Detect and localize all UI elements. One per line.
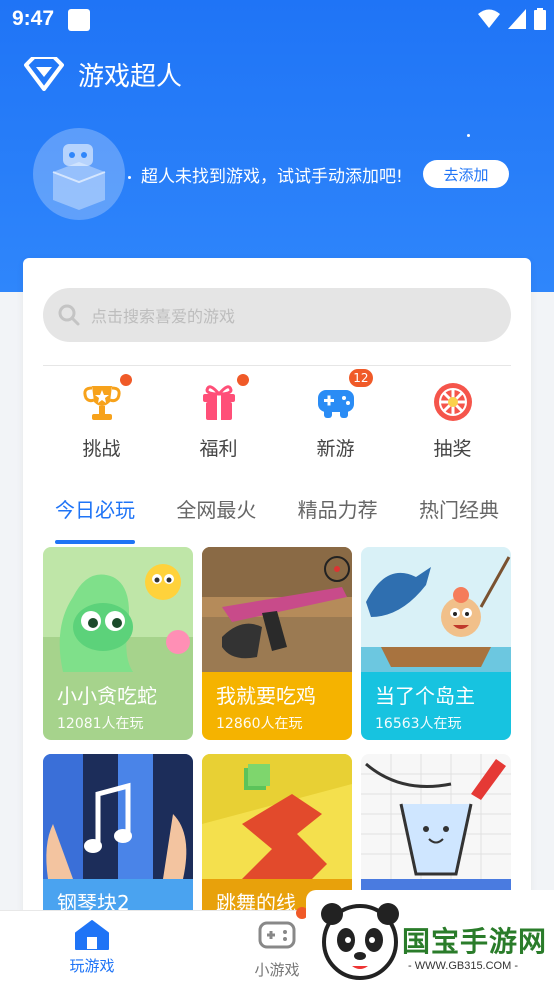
category-tabs: 今日必玩 全网最火 精品力荐 热门经典 — [43, 494, 511, 544]
wifi-icon — [478, 9, 500, 28]
panda-logo-icon — [321, 903, 399, 980]
tab-today-must-play[interactable]: 今日必玩 — [55, 494, 135, 544]
add-game-button[interactable]: 去添加 — [423, 160, 509, 188]
watermark: 国宝手游网 - WWW.GB315.COM - — [306, 890, 554, 985]
notification-dot — [236, 374, 249, 386]
app-title: 游戏超人 — [78, 61, 183, 92]
game-name: 当了个岛主 — [375, 684, 475, 708]
status-time: 9:47 — [12, 7, 55, 30]
game-info: 我就要吃鸡 12860人在玩 — [202, 672, 352, 740]
app-header: 游戏超人 — [24, 54, 182, 94]
trophy-icon — [82, 386, 121, 420]
quick-action-challenge[interactable]: 挑战 — [43, 374, 160, 464]
game-card[interactable]: 当了个岛主 16563人在玩 — [361, 547, 511, 740]
empty-message: 超人未找到游戏，试试手动添加吧! — [141, 167, 403, 187]
game-card[interactable]: 钢琴块2 — [43, 754, 193, 918]
quick-actions: 挑战 福利 12 新游 抽奖 — [43, 368, 511, 464]
gamepad-icon — [258, 921, 296, 949]
lottery-wheel-icon — [433, 383, 472, 421]
nav-label: 小游戏 — [254, 961, 300, 979]
empty-state-banner: 超人未找到游戏，试试手动添加吧! 去添加 — [33, 128, 513, 222]
game-players: 16563人在玩 — [375, 716, 462, 732]
quick-action-lottery[interactable]: 抽奖 — [394, 380, 511, 464]
game-card[interactable]: 我就要吃鸡 12860人在玩 — [202, 547, 352, 740]
gamepad-icon — [317, 390, 354, 418]
empty-box-illustration — [33, 128, 125, 220]
tab-hottest[interactable]: 全网最火 — [176, 494, 256, 534]
game-name: 小小贪吃蛇 — [57, 684, 157, 708]
search-placeholder: 点击搜索喜爱的游戏 — [91, 307, 236, 326]
game-cover-image — [43, 547, 193, 672]
gift-icon — [202, 385, 235, 420]
game-info: 当了个岛主 16563人在玩 — [361, 672, 511, 740]
game-cover-image — [43, 754, 193, 879]
watermark-brand: 国宝手游网 — [402, 925, 548, 958]
nav-play-games[interactable]: 玩游戏 — [42, 919, 142, 976]
status-bar: 9:47 — [0, 0, 554, 40]
game-cover-image — [202, 547, 352, 672]
quick-action-new-games[interactable]: 12 新游 — [277, 368, 394, 464]
search-input[interactable]: 点击搜索喜爱的游戏 — [43, 288, 511, 342]
signal-icon — [508, 9, 526, 29]
game-info: 小小贪吃蛇 12081人在玩 — [43, 672, 193, 740]
watermark-url: - WWW.GB315.COM - — [408, 960, 518, 972]
app-logo-icon — [24, 57, 64, 91]
count-badge: 12 — [348, 368, 374, 388]
quick-action-label: 福利 — [199, 438, 238, 460]
home-icon — [75, 920, 109, 950]
divider — [43, 365, 511, 366]
game-card[interactable]: 小小贪吃蛇 12081人在玩 — [43, 547, 193, 740]
tab-classic[interactable]: 热门经典 — [419, 494, 499, 534]
nav-label: 玩游戏 — [69, 957, 115, 975]
main-card: 点击搜索喜爱的游戏 挑战 福利 12 新游 抽奖 今日必玩 全网最火 精品力荐 … — [23, 258, 531, 918]
game-players: 12081人在玩 — [57, 716, 144, 732]
game-cover-image — [361, 547, 511, 672]
notification-dot — [119, 374, 132, 386]
game-grid: 小小贪吃蛇 12081人在玩 我就要吃鸡 12860人在玩 当了个岛主 1656… — [43, 547, 511, 918]
search-icon — [58, 304, 80, 326]
game-cover-image — [202, 754, 352, 879]
game-players: 12860人在玩 — [216, 716, 303, 732]
quick-action-label: 抽奖 — [433, 438, 472, 460]
quick-action-label: 挑战 — [82, 438, 121, 460]
notification-icon — [68, 9, 90, 31]
game-cover-image — [361, 754, 511, 879]
quick-action-welfare[interactable]: 福利 — [160, 374, 277, 464]
tab-recommended[interactable]: 精品力荐 — [298, 494, 378, 534]
game-name: 我就要吃鸡 — [216, 684, 316, 708]
battery-icon — [534, 8, 546, 30]
status-icons — [478, 8, 546, 30]
quick-action-label: 新游 — [316, 438, 355, 460]
